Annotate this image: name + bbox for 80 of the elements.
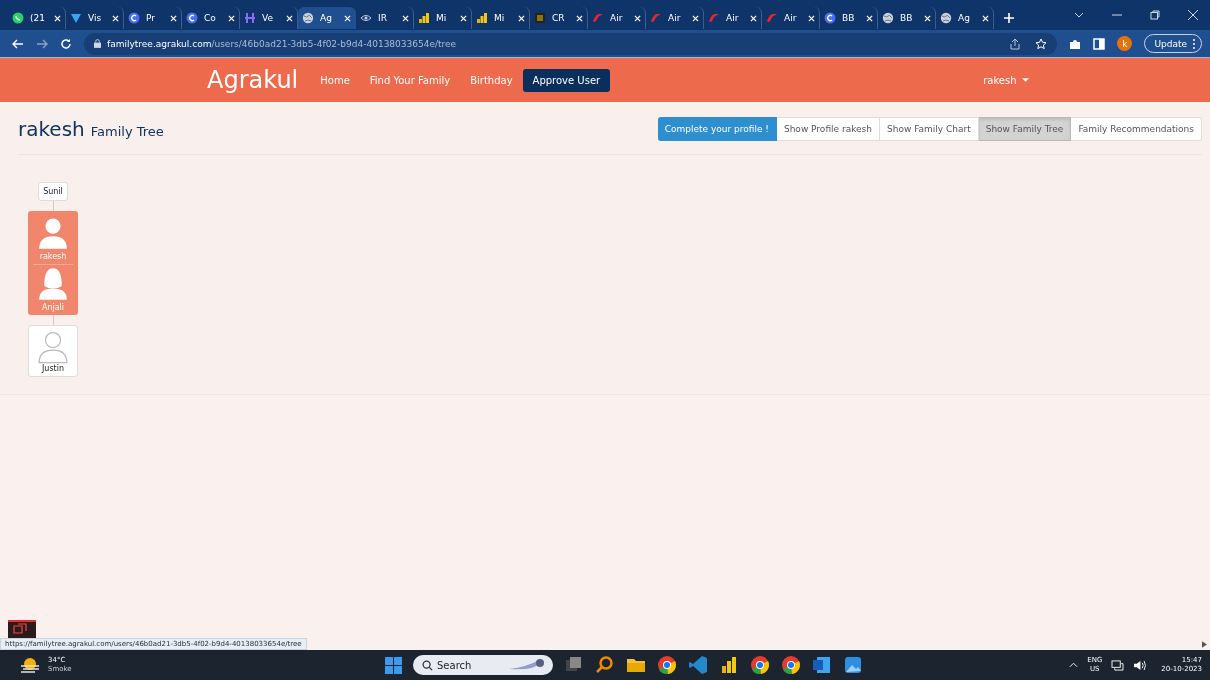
bar-chart-icon[interactable] [719, 655, 739, 675]
browser-tab[interactable]: (21 [8, 7, 66, 29]
back-icon[interactable] [12, 38, 24, 49]
nav-link[interactable]: Approve User [522, 68, 611, 92]
triangle-icon [70, 12, 82, 24]
browser-tab[interactable]: Air [704, 7, 762, 29]
search-icon [422, 659, 433, 671]
globe-icon [882, 12, 894, 24]
browser-tab[interactable]: Ag [936, 7, 994, 29]
scroll-right-icon[interactable] [1202, 640, 1207, 648]
action-button[interactable]: Show Profile rakesh [776, 117, 880, 141]
side-panel-icon[interactable] [1093, 37, 1106, 50]
circle-c-icon [128, 12, 140, 24]
chevron-down-icon[interactable] [1074, 12, 1084, 18]
browser-tab[interactable]: Air [762, 7, 820, 29]
browser-tab[interactable]: BB [820, 7, 878, 29]
close-icon[interactable] [1188, 10, 1198, 20]
browser-tab[interactable]: Co [182, 7, 240, 29]
lock-icon [94, 39, 101, 48]
chevron-up-icon[interactable] [1069, 662, 1079, 668]
member-name: Anjali [41, 303, 65, 312]
address-bar[interactable]: familytree.agrakul.com/users/46b0ad21-3db5-4f02-b9d4-40138033654e/tree [84, 32, 1058, 55]
volume-icon[interactable] [1133, 659, 1147, 671]
globe-icon [302, 12, 314, 24]
bar-chart-icon [476, 12, 488, 24]
chrome-icon[interactable] [750, 655, 770, 675]
star-icon[interactable] [1035, 37, 1048, 50]
document-icon[interactable] [812, 655, 832, 675]
page-title: rakesh [18, 117, 85, 141]
browser-tab[interactable]: Mi [414, 7, 472, 29]
person-icon [37, 216, 69, 250]
photos-icon[interactable] [843, 655, 863, 675]
share-icon[interactable] [1009, 37, 1022, 50]
member-name: rakesh [39, 252, 67, 261]
circle-c-icon [824, 12, 836, 24]
url-text: familytree.agrakul.com/users/46b0ad21-3db5-4f02-b9d4-40138033654e/tree [107, 38, 457, 49]
circle-c-icon [186, 12, 198, 24]
browser-tab[interactable]: Pr [124, 7, 182, 29]
browser-tab[interactable]: Air [646, 7, 704, 29]
swoosh-icon [650, 12, 662, 24]
forward-icon[interactable] [36, 38, 48, 49]
browser-tab[interactable]: BB [878, 7, 936, 29]
globe-icon [940, 12, 952, 24]
square-logo-icon [534, 12, 546, 24]
bar-chart-icon [418, 12, 430, 24]
eye-icon [360, 12, 372, 24]
tree-node[interactable]: Sunil [38, 182, 68, 201]
magnifier-icon[interactable] [595, 655, 615, 675]
caret-icon [1021, 78, 1029, 82]
browser-tab[interactable]: Ag [298, 7, 356, 29]
chrome-icon[interactable] [781, 655, 801, 675]
chat-bubble-icon [12, 12, 24, 24]
browser-tab[interactable]: Air [588, 7, 646, 29]
chrome-icon[interactable] [657, 655, 677, 675]
debug-bar-icon[interactable] [8, 620, 36, 638]
sun-haze-icon [20, 657, 40, 673]
reload-icon[interactable] [60, 37, 72, 50]
browser-tab[interactable]: Mi [472, 7, 530, 29]
grid-icon [244, 12, 256, 24]
search-field[interactable]: Search [413, 655, 553, 675]
browser-tab[interactable]: Vis [66, 7, 124, 29]
swoosh-icon [708, 12, 720, 24]
person-name: Justin [42, 364, 64, 373]
swoosh-icon [592, 12, 604, 24]
browser-tab[interactable]: CR [530, 7, 588, 29]
page-subtitle: Family Tree [90, 124, 164, 139]
action-button[interactable]: Complete your profile ! [657, 117, 777, 141]
person-outline-icon [37, 330, 69, 364]
action-button[interactable]: Family Recommendations [1071, 117, 1202, 141]
new-tab-icon[interactable] [1004, 13, 1014, 23]
code-editor-icon[interactable] [688, 655, 708, 675]
network-icon[interactable] [1111, 659, 1125, 671]
browser-tab[interactable]: IR [356, 7, 414, 29]
start-icon[interactable] [385, 656, 402, 674]
restore-icon[interactable] [1150, 10, 1160, 20]
action-button[interactable]: Show Family Tree [978, 117, 1072, 141]
woman-icon [37, 267, 69, 301]
swoosh-icon [766, 12, 778, 24]
person-card[interactable]: Justin [28, 325, 78, 377]
action-button[interactable]: Show Family Chart [880, 117, 979, 141]
